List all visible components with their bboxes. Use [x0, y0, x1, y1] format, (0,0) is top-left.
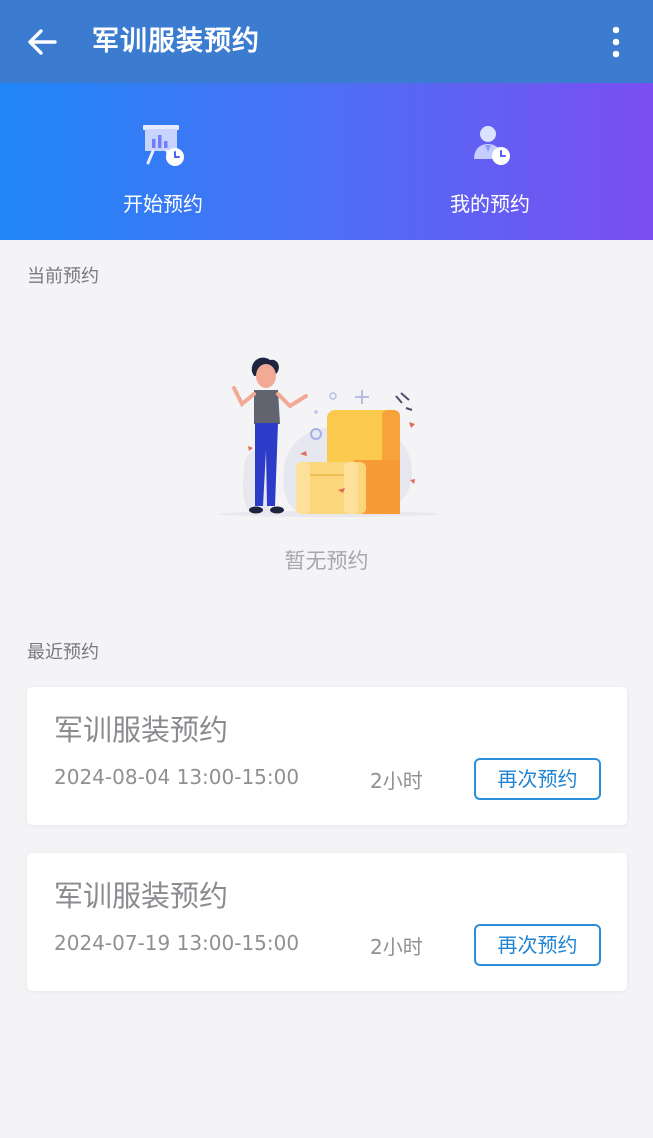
back-button[interactable]	[22, 22, 62, 62]
booking-time: 2024-07-19 13:00-15:00	[54, 931, 300, 955]
more-menu-button[interactable]	[601, 22, 631, 62]
start-booking-label: 开始预约	[123, 192, 203, 216]
presentation-chart-clock-icon	[143, 125, 184, 166]
empty-state-text: 暂无预约	[284, 549, 369, 573]
booking-time: 2024-08-04 13:00-15:00	[54, 765, 300, 789]
booking-title: 军训服装预约	[54, 713, 229, 747]
more-vertical-icon	[612, 26, 620, 58]
user-clock-icon	[474, 126, 510, 165]
booking-title: 军训服装预约	[54, 879, 229, 913]
booking-card: 军训服装预约 2024-07-19 13:00-15:00 2小时 再次预约	[27, 853, 627, 991]
arrow-left-icon	[28, 29, 57, 55]
current-bookings-heading: 当前预约	[27, 266, 99, 287]
booking-card: 军训服装预约 2024-08-04 13:00-15:00 2小时 再次预约	[27, 687, 627, 825]
rebook-button[interactable]: 再次预约	[474, 924, 601, 966]
page-title: 军训服装预约	[92, 26, 260, 57]
recent-bookings-heading: 最近预约	[27, 642, 99, 663]
empty-state-illustration	[219, 357, 439, 517]
action-banner: 开始预约 我的预约	[0, 83, 653, 240]
app-bar: 军训服装预约	[0, 0, 653, 83]
my-bookings-label: 我的预约	[450, 192, 530, 216]
booking-duration: 2小时	[370, 769, 423, 793]
booking-duration: 2小时	[370, 935, 423, 959]
start-booking-button[interactable]: 开始预约	[0, 83, 326, 240]
my-bookings-button[interactable]: 我的预约	[327, 83, 653, 240]
rebook-button[interactable]: 再次预约	[474, 758, 601, 800]
